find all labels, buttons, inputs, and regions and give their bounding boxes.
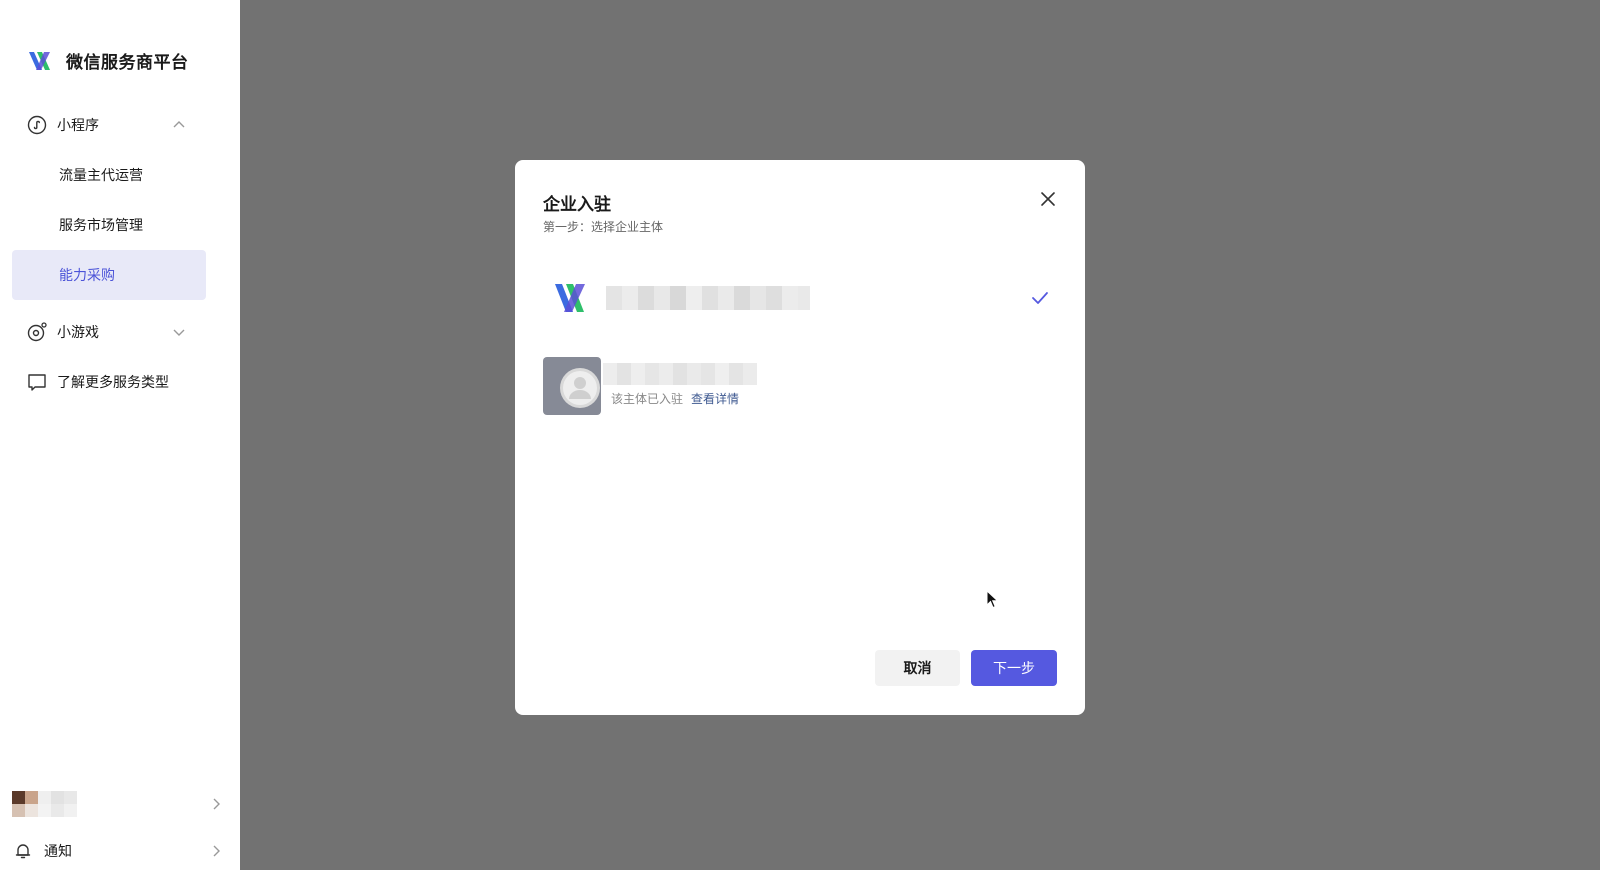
sidebar-group-label: 小游戏	[57, 325, 99, 341]
sidebar-item-label: 服务市场管理	[59, 218, 143, 234]
chevron-down-icon[interactable]	[172, 325, 186, 339]
account-switcher[interactable]	[12, 789, 228, 819]
brand-name: 微信服务商平台	[66, 53, 189, 73]
sidebar-item-capability-purchase[interactable]: 能力采购	[12, 250, 206, 300]
brand-logo-icon	[29, 51, 50, 70]
chevron-right-icon	[213, 798, 220, 810]
sidebar-item-notifications[interactable]: 通知	[14, 838, 228, 864]
cancel-button[interactable]: 取消	[875, 650, 960, 686]
notify-label: 通知	[44, 844, 72, 860]
sidebar-item-label: 能力采购	[59, 268, 115, 284]
entity-status: 该主体已入驻 查看详情	[611, 390, 739, 407]
sidebar: 微信服务商平台 小程序 流量主代运营 服务市场管理 能力采购 小游戏 了解更多服…	[0, 0, 240, 870]
entity-avatar	[543, 357, 601, 415]
chevron-right-icon	[213, 845, 220, 857]
mini-program-icon	[27, 115, 47, 135]
sidebar-item-label: 流量主代运营	[59, 168, 143, 184]
dialog-title: 企业入驻	[543, 195, 611, 215]
sidebar-group-label: 了解更多服务类型	[57, 375, 169, 391]
dialog-subtitle: 第一步：选择企业主体	[543, 220, 664, 234]
avatar	[12, 791, 78, 817]
chevron-up-icon[interactable]	[172, 118, 186, 132]
sidebar-item-more-services[interactable]: 了解更多服务类型	[12, 362, 206, 402]
view-details-link[interactable]: 查看详情	[691, 392, 739, 406]
message-square-icon	[28, 374, 46, 391]
next-step-button[interactable]: 下一步	[971, 650, 1057, 686]
entity-option[interactable]: 该主体已入驻 查看详情	[543, 357, 1057, 417]
enterprise-onboarding-dialog: 企业入驻 第一步：选择企业主体 该主体已入驻 查看详情 取消 下一步	[515, 160, 1085, 715]
entity-logo-icon	[555, 284, 585, 312]
entity-status-text: 该主体已入驻	[611, 392, 684, 406]
entity-name-redacted	[603, 363, 757, 385]
mini-game-icon	[27, 322, 47, 342]
sidebar-group-mini-program[interactable]: 小程序	[12, 105, 206, 145]
user-placeholder-icon	[560, 368, 600, 408]
sidebar-group-mini-game[interactable]: 小游戏	[12, 312, 206, 352]
bell-icon	[15, 844, 31, 859]
entity-name-redacted	[606, 286, 810, 310]
check-icon	[1032, 292, 1048, 304]
close-icon[interactable]	[1037, 188, 1059, 210]
sidebar-group-label: 小程序	[57, 118, 99, 134]
brand[interactable]: 微信服务商平台	[28, 48, 189, 73]
sidebar-item-traffic-ops[interactable]: 流量主代运营	[12, 150, 206, 200]
mouse-cursor-icon	[986, 590, 999, 609]
entity-option-selected[interactable]	[543, 270, 1057, 326]
sidebar-item-service-market[interactable]: 服务市场管理	[12, 200, 206, 250]
